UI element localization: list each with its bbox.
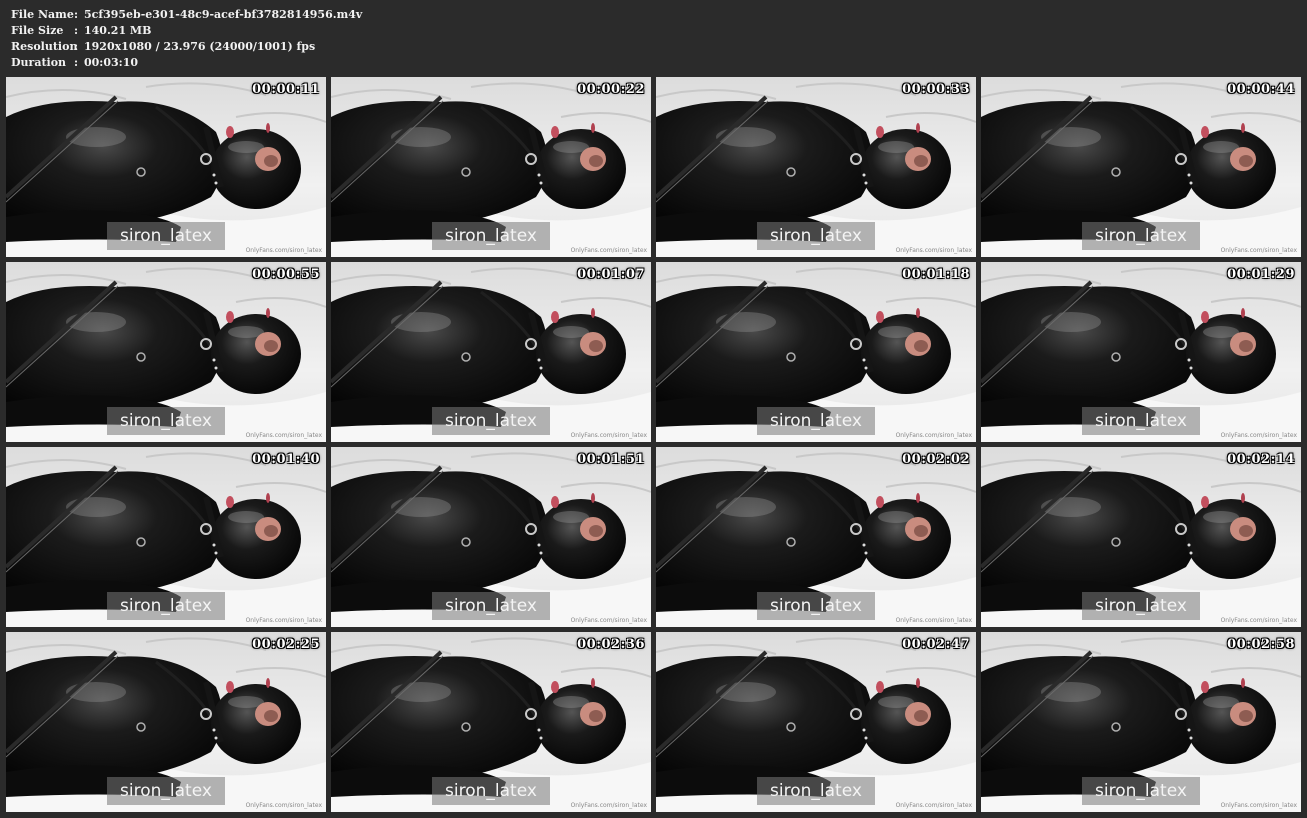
source-credit: OnlyFans.com/siron_latex (895, 802, 972, 809)
info-label: Resolution (11, 40, 78, 53)
source-credit: OnlyFans.com/siron_latex (1220, 432, 1297, 439)
thumbnail-timestamp: 00:01:40 (252, 452, 320, 467)
thumbnail-timestamp: 00:01:29 (1227, 267, 1295, 282)
info-row-file-size: File Size : 140.21 MB (11, 23, 362, 39)
thumbnail-timestamp: 00:02:58 (1227, 637, 1295, 652)
watermark-label: siron_latex (432, 777, 550, 805)
video-thumbnail: 00:01:18 siron_latex OnlyFans.com/siron_la… (656, 262, 976, 442)
watermark-label: siron_latex (432, 407, 550, 435)
video-thumbnail: 00:00:33 siron_latex OnlyFans.com/siron_la… (656, 77, 976, 257)
info-row-duration: Duration : 00:03:10 (11, 55, 362, 71)
watermark-label: siron_latex (1082, 592, 1200, 620)
watermark-label: siron_latex (432, 592, 550, 620)
source-credit: OnlyFans.com/siron_latex (1220, 247, 1297, 254)
watermark-label: siron_latex (757, 407, 875, 435)
watermark-label: siron_latex (757, 222, 875, 250)
info-label: Duration (11, 56, 67, 69)
info-value: 5cf395eb-e301-48c9-acef-bf3782814956.m4v (84, 8, 363, 21)
video-thumbnail: 00:02:25 siron_latex OnlyFans.com/siron_la… (6, 632, 326, 812)
thumbnail-timestamp: 00:02:47 (902, 637, 970, 652)
thumbnail-timestamp: 00:00:44 (1227, 82, 1295, 97)
video-thumbnail: 00:00:11 siron_latex OnlyFans.com/siron_la… (6, 77, 326, 257)
video-thumbnail: 00:02:36 siron_latex OnlyFans.com/siron_la… (331, 632, 651, 812)
thumbnail-timestamp: 00:00:55 (252, 267, 320, 282)
video-thumbnail: 00:02:47 siron_latex OnlyFans.com/siron_la… (656, 632, 976, 812)
info-label: File Name (11, 8, 74, 21)
video-thumbnail: 00:00:44 siron_latex OnlyFans.com/siron_la… (981, 77, 1301, 257)
thumbnail-grid: 00:00:11 siron_latex OnlyFans.com/siron_la… (6, 77, 1301, 812)
watermark-label: siron_latex (1082, 222, 1200, 250)
source-credit: OnlyFans.com/siron_latex (570, 802, 647, 809)
source-credit: OnlyFans.com/siron_latex (895, 432, 972, 439)
source-credit: OnlyFans.com/siron_latex (570, 617, 647, 624)
thumbnail-timestamp: 00:02:14 (1227, 452, 1295, 467)
info-separator: : (74, 8, 79, 21)
watermark-label: siron_latex (107, 222, 225, 250)
info-separator: : (74, 40, 79, 53)
video-thumbnail: 00:01:07 siron_latex OnlyFans.com/siron_la… (331, 262, 651, 442)
source-credit: OnlyFans.com/siron_latex (895, 247, 972, 254)
info-value: 00:03:10 (84, 56, 139, 69)
video-thumbnail: 00:00:55 siron_latex OnlyFans.com/siron_la… (6, 262, 326, 442)
source-credit: OnlyFans.com/siron_latex (245, 802, 322, 809)
info-row-resolution: Resolution : 1920x1080 / 23.976 (24000/1… (11, 39, 362, 55)
source-credit: OnlyFans.com/siron_latex (570, 432, 647, 439)
source-credit: OnlyFans.com/siron_latex (245, 617, 322, 624)
thumbnail-timestamp: 00:00:11 (252, 82, 320, 97)
thumbnail-timestamp: 00:00:22 (577, 82, 645, 97)
watermark-label: siron_latex (432, 222, 550, 250)
source-credit: OnlyFans.com/siron_latex (245, 432, 322, 439)
info-value: 1920x1080 / 23.976 (24000/1001) fps (84, 40, 316, 53)
thumbnail-timestamp: 00:02:25 (252, 637, 320, 652)
video-thumbnail: 00:02:58 siron_latex OnlyFans.com/siron_la… (981, 632, 1301, 812)
watermark-label: siron_latex (757, 777, 875, 805)
video-thumbnail: 00:01:29 siron_latex OnlyFans.com/siron_la… (981, 262, 1301, 442)
thumbnail-timestamp: 00:01:07 (577, 267, 645, 282)
source-credit: OnlyFans.com/siron_latex (895, 617, 972, 624)
watermark-label: siron_latex (107, 592, 225, 620)
info-row-file-name: File Name : 5cf395eb-e301-48c9-acef-bf37… (11, 7, 362, 23)
video-thumbnail: 00:02:02 siron_latex OnlyFans.com/siron_la… (656, 447, 976, 627)
source-credit: OnlyFans.com/siron_latex (1220, 802, 1297, 809)
info-separator: : (74, 56, 79, 69)
watermark-label: siron_latex (757, 592, 875, 620)
source-credit: OnlyFans.com/siron_latex (570, 247, 647, 254)
video-thumbnail: 00:00:22 siron_latex OnlyFans.com/siron_la… (331, 77, 651, 257)
watermark-label: siron_latex (107, 407, 225, 435)
info-value: 140.21 MB (84, 24, 152, 37)
video-thumbnail: 00:01:40 siron_latex OnlyFans.com/siron_la… (6, 447, 326, 627)
watermark-label: siron_latex (1082, 777, 1200, 805)
thumbnail-timestamp: 00:02:36 (577, 637, 645, 652)
video-thumbnail: 00:01:51 siron_latex OnlyFans.com/siron_la… (331, 447, 651, 627)
thumbnail-timestamp: 00:00:33 (902, 82, 970, 97)
source-credit: OnlyFans.com/siron_latex (1220, 617, 1297, 624)
thumbnail-timestamp: 00:01:51 (577, 452, 645, 467)
info-separator: : (74, 24, 79, 37)
thumbnail-timestamp: 00:02:02 (902, 452, 970, 467)
source-credit: OnlyFans.com/siron_latex (245, 247, 322, 254)
watermark-label: siron_latex (107, 777, 225, 805)
thumbnail-timestamp: 00:01:18 (902, 267, 970, 282)
info-label: File Size (11, 24, 64, 37)
video-thumbnail: 00:02:14 siron_latex OnlyFans.com/siron_la… (981, 447, 1301, 627)
watermark-label: siron_latex (1082, 407, 1200, 435)
file-info-panel: File Name : 5cf395eb-e301-48c9-acef-bf37… (11, 7, 362, 71)
